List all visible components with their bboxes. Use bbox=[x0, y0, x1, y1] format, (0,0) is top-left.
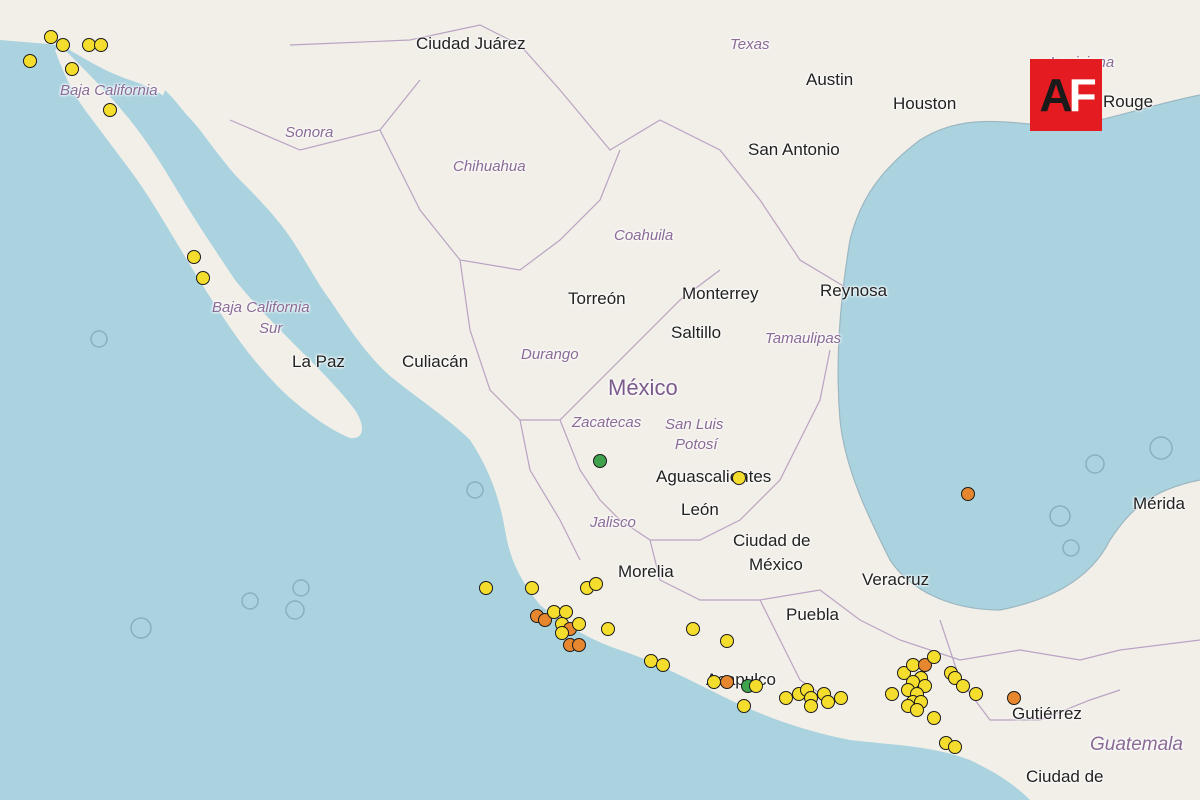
earthquake-marker-yellow[interactable] bbox=[571, 617, 586, 632]
label-city-ciudad-de-mexico: Ciudad de bbox=[733, 531, 811, 550]
earthquake-marker-yellow[interactable] bbox=[685, 621, 700, 636]
earthquake-marker-yellow[interactable] bbox=[804, 699, 819, 714]
label-city-houston: Houston bbox=[893, 94, 957, 113]
earthquake-marker-yellow[interactable] bbox=[187, 250, 202, 265]
label-city-reynosa: Reynosa bbox=[820, 281, 888, 300]
earthquake-marker-orange[interactable] bbox=[719, 674, 734, 689]
earthquake-marker-yellow[interactable] bbox=[43, 29, 58, 44]
label-chihuahua: Chihuahua bbox=[453, 158, 526, 175]
earthquake-marker-yellow[interactable] bbox=[719, 633, 734, 648]
label-tamaulipas: Tamaulipas bbox=[765, 330, 842, 347]
earthquake-marker-yellow[interactable] bbox=[909, 703, 924, 718]
earthquake-marker-yellow[interactable] bbox=[956, 678, 971, 693]
earthquake-marker-yellow[interactable] bbox=[926, 650, 941, 665]
label-city-saltillo: Saltillo bbox=[671, 323, 722, 342]
earthquake-marker-yellow[interactable] bbox=[833, 690, 848, 705]
label-baja-california-sur-2: Sur bbox=[259, 320, 283, 337]
label-city-ciudad-juarez: Ciudad Juárez bbox=[416, 34, 526, 53]
label-city-aguascalientes: Aguascalientes bbox=[656, 467, 772, 486]
earthquake-marker-yellow[interactable] bbox=[884, 686, 899, 701]
earthquake-marker-yellow[interactable] bbox=[478, 580, 493, 595]
label-city-tuxtla: Gutiérrez bbox=[1012, 704, 1082, 723]
logo-letter-a: A bbox=[1039, 69, 1072, 121]
label-city-san-antonio: San Antonio bbox=[748, 140, 840, 159]
label-durango: Durango bbox=[521, 346, 579, 363]
earthquake-marker-yellow[interactable] bbox=[56, 37, 71, 52]
earthquake-marker-yellow[interactable] bbox=[736, 699, 751, 714]
earthquake-marker-yellow[interactable] bbox=[525, 580, 540, 595]
earthquake-marker-yellow[interactable] bbox=[102, 103, 117, 118]
label-city-leon: León bbox=[681, 500, 719, 519]
label-city-la-paz: La Paz bbox=[292, 352, 345, 371]
logo-letter-f: F bbox=[1068, 69, 1097, 121]
earthquake-marker-yellow[interactable] bbox=[588, 576, 603, 591]
af-logo: AF bbox=[1030, 59, 1102, 131]
label-sonora: Sonora bbox=[285, 124, 334, 141]
label-city-morelia: Morelia bbox=[618, 562, 674, 581]
earthquake-marker-yellow[interactable] bbox=[195, 270, 210, 285]
earthquake-marker-green[interactable] bbox=[593, 454, 607, 469]
earthquake-marker-yellow[interactable] bbox=[969, 686, 984, 701]
label-jalisco: Jalisco bbox=[590, 514, 636, 531]
label-coahuila: Coahuila bbox=[614, 227, 674, 244]
earthquake-marker-yellow[interactable] bbox=[947, 739, 962, 754]
label-city-merida: Mérida bbox=[1133, 494, 1185, 513]
earthquake-marker-yellow[interactable] bbox=[94, 37, 109, 52]
label-zacatecas: Zacatecas bbox=[572, 414, 642, 431]
earthquake-marker-yellow[interactable] bbox=[749, 678, 764, 693]
label-city-ciudad-de-guatemala: Ciudad de bbox=[1026, 767, 1104, 786]
label-city-culiacan: Culiacán bbox=[402, 352, 469, 371]
label-baja-california-sur: Baja California bbox=[212, 299, 310, 316]
earthquake-marker-yellow[interactable] bbox=[22, 54, 37, 69]
label-country-mexico: México bbox=[608, 375, 678, 400]
earthquake-marker-yellow[interactable] bbox=[64, 62, 79, 77]
earthquake-marker-yellow[interactable] bbox=[926, 711, 941, 726]
label-city-monterrey: Monterrey bbox=[682, 284, 759, 303]
label-city-ciudad-de-mexico-2: México bbox=[749, 555, 803, 574]
label-city-torreon: Torreón bbox=[568, 289, 626, 308]
label-city-puebla: Puebla bbox=[786, 605, 839, 624]
earthquake-map[interactable]: Baja California Sonora Chihuahua Coahuil… bbox=[0, 0, 1200, 800]
label-texas: Texas bbox=[730, 36, 770, 53]
basemap bbox=[0, 0, 1200, 800]
earthquake-marker-yellow[interactable] bbox=[732, 470, 747, 485]
earthquake-marker-orange[interactable] bbox=[1007, 690, 1022, 705]
label-country-guatemala: Guatemala bbox=[1090, 734, 1183, 755]
earthquake-marker-orange[interactable] bbox=[571, 637, 586, 652]
label-city-austin: Austin bbox=[806, 70, 854, 89]
earthquake-marker-orange[interactable] bbox=[960, 486, 975, 501]
label-san-luis-potosi-2: Potosí bbox=[675, 436, 718, 453]
earthquake-marker-yellow[interactable] bbox=[656, 658, 671, 673]
label-baja-california: Baja California bbox=[60, 82, 158, 99]
label-city-baton-rouge: Rouge bbox=[1103, 92, 1154, 111]
earthquake-marker-yellow[interactable] bbox=[601, 621, 616, 636]
label-san-luis-potosi: San Luis bbox=[665, 416, 724, 433]
label-city-veracruz: Veracruz bbox=[862, 570, 930, 589]
